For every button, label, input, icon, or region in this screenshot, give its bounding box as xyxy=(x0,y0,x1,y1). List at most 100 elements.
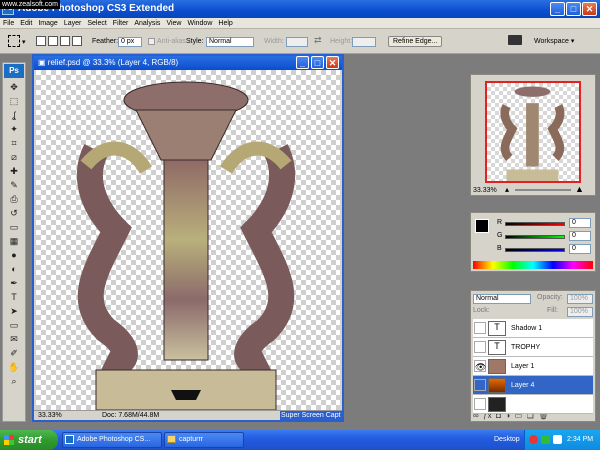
history-brush-icon[interactable]: ↺ xyxy=(4,207,24,220)
add-selection-icon[interactable] xyxy=(48,36,58,46)
hand-icon[interactable]: ✋ xyxy=(4,361,24,374)
navigator-thumbnail[interactable] xyxy=(485,81,581,183)
eyedropper-icon[interactable]: ✐ xyxy=(4,347,24,360)
desktop-toolbar[interactable]: Desktop xyxy=(494,430,520,450)
menu-item-file[interactable]: File xyxy=(0,18,17,29)
foreground-color-swatch[interactable] xyxy=(475,219,489,233)
menu-item-edit[interactable]: Edit xyxy=(17,18,35,29)
marquee-tool-icon[interactable] xyxy=(8,35,20,47)
blur-icon[interactable]: ● xyxy=(4,249,24,262)
doc-close-button[interactable]: ✕ xyxy=(326,56,339,69)
zoom-in-icon[interactable]: ▲ xyxy=(575,184,584,194)
gradient-icon[interactable]: ▦ xyxy=(4,235,24,248)
crop-icon[interactable]: ⌗ xyxy=(4,137,24,150)
slice-icon[interactable]: ⧄ xyxy=(4,151,24,164)
doc-size-info[interactable]: Doc: 7.68M/44.8M xyxy=(102,411,159,421)
start-label: start xyxy=(18,434,42,446)
minimize-button[interactable]: _ xyxy=(550,2,565,16)
subtract-selection-icon[interactable] xyxy=(60,36,70,46)
width-input[interactable] xyxy=(286,37,308,47)
eraser-icon[interactable]: ▭ xyxy=(4,221,24,234)
menu-item-layer[interactable]: Layer xyxy=(61,18,85,29)
visibility-eye-icon[interactable] xyxy=(474,341,486,353)
blend-mode-select[interactable]: Normal xyxy=(473,294,531,304)
tray-icon-1[interactable] xyxy=(529,435,538,444)
tool-preset-dropdown-icon[interactable]: ▾ xyxy=(22,38,26,46)
brush-icon[interactable]: ✎ xyxy=(4,179,24,192)
layer-name: Layer 4 xyxy=(511,382,535,389)
menu-item-window[interactable]: Window xyxy=(184,18,215,29)
close-button[interactable]: ✕ xyxy=(582,2,597,16)
layer-row[interactable]: T Shadow 1 xyxy=(473,319,593,338)
menu-item-view[interactable]: View xyxy=(163,18,184,29)
b-input[interactable]: 0 xyxy=(569,244,591,254)
zoom-slider[interactable] xyxy=(515,189,571,191)
path-select-icon[interactable]: ➤ xyxy=(4,305,24,318)
layer-thumbnail: T xyxy=(488,340,506,355)
lasso-icon[interactable]: ʆ xyxy=(4,109,24,122)
visibility-eye-icon[interactable] xyxy=(474,322,486,334)
workspace-menu[interactable]: Workspace ▾ xyxy=(534,37,574,47)
color-panel: R 0 G 0 B 0 xyxy=(470,212,596,272)
doc-minimize-button[interactable]: _ xyxy=(296,56,309,69)
style-label: Style: xyxy=(186,38,204,45)
layer-row[interactable] xyxy=(473,395,593,414)
healing-icon[interactable]: ✚ xyxy=(4,165,24,178)
menu-item-select[interactable]: Select xyxy=(84,18,109,29)
title-bar: Ps Adobe Photoshop CS3 Extended _ □ ✕ xyxy=(0,0,600,18)
menu-item-image[interactable]: Image xyxy=(35,18,60,29)
zoom-icon[interactable]: ⌕ xyxy=(4,375,24,388)
taskbar-item-photoshop[interactable]: Adobe Photoshop CS... xyxy=(62,432,162,448)
menu-item-help[interactable]: Help xyxy=(215,18,235,29)
antialias-label: Anti-alias xyxy=(157,38,186,45)
pen-icon[interactable]: ✒ xyxy=(4,277,24,290)
style-select[interactable]: Normal xyxy=(206,37,254,47)
r-input[interactable]: 0 xyxy=(569,218,591,228)
maximize-button[interactable]: □ xyxy=(566,2,581,16)
visibility-eye-icon[interactable] xyxy=(474,379,486,391)
layer-row[interactable]: 👁 Layer 1 xyxy=(473,357,593,376)
tray-icon-3[interactable] xyxy=(553,435,562,444)
layer-row[interactable]: Layer 4 xyxy=(473,376,593,395)
shape-icon[interactable]: ▭ xyxy=(4,319,24,332)
g-slider[interactable] xyxy=(505,235,565,239)
opacity-input[interactable]: 100% xyxy=(567,294,593,304)
start-button[interactable]: start xyxy=(0,430,58,450)
g-input[interactable]: 0 xyxy=(569,231,591,241)
move-icon[interactable]: ✥ xyxy=(4,81,24,94)
watermark: www.zealsoft.com xyxy=(0,0,61,9)
layer-row[interactable]: T TROPHY xyxy=(473,338,593,357)
new-selection-icon[interactable] xyxy=(36,36,46,46)
visibility-eye-icon[interactable] xyxy=(474,398,486,410)
r-slider[interactable] xyxy=(505,222,565,226)
r-label: R xyxy=(497,219,503,226)
zoom-level[interactable]: 33.33% xyxy=(38,411,62,421)
fill-input[interactable]: 100% xyxy=(567,307,593,317)
dodge-icon[interactable]: ◐ xyxy=(4,263,24,276)
menu-item-analysis[interactable]: Analysis xyxy=(131,18,163,29)
height-input[interactable] xyxy=(352,37,376,47)
feather-label: Feather: xyxy=(92,38,119,45)
tray-icon-2[interactable] xyxy=(541,435,550,444)
visibility-eye-icon[interactable]: 👁 xyxy=(474,360,486,372)
taskbar-item-capturrr[interactable]: capturrr xyxy=(164,432,244,448)
magic-wand-icon[interactable]: ✦ xyxy=(4,123,24,136)
marquee-icon[interactable]: ⬚ xyxy=(4,95,24,108)
doc-maximize-button[interactable]: □ xyxy=(311,56,324,69)
navigator-panel: 33.33% ▴ ▲ xyxy=(470,74,596,196)
menu-item-filter[interactable]: Filter xyxy=(110,18,132,29)
b-slider[interactable] xyxy=(505,248,565,252)
type-icon[interactable]: T xyxy=(4,291,24,304)
antialias-checkbox[interactable] xyxy=(148,38,155,45)
image-canvas[interactable] xyxy=(36,70,340,410)
intersect-selection-icon[interactable] xyxy=(72,36,82,46)
color-ramp[interactable] xyxy=(473,261,593,269)
notes-icon[interactable]: ✉ xyxy=(4,333,24,346)
navigator-zoom[interactable]: 33.33% xyxy=(473,187,497,194)
layer-name: TROPHY xyxy=(511,344,541,351)
refine-edge-button[interactable]: Refine Edge... xyxy=(388,36,443,47)
swap-icon[interactable]: ⇄ xyxy=(314,35,322,46)
feather-input[interactable]: 0 px xyxy=(118,37,142,47)
zoom-out-icon[interactable]: ▴ xyxy=(505,185,509,194)
stamp-icon[interactable]: ⎙ xyxy=(4,193,24,206)
